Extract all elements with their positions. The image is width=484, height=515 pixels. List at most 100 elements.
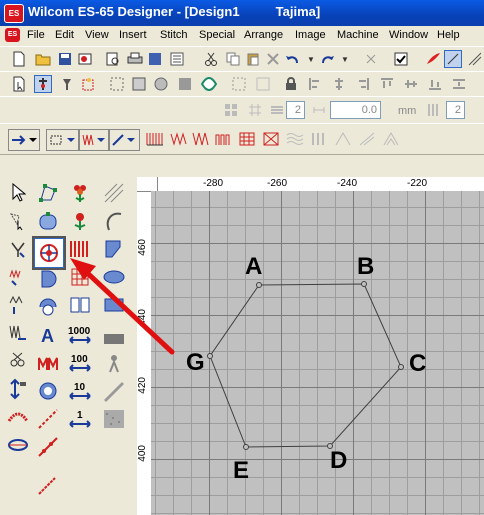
wave-fill-icon[interactable] (286, 130, 304, 148)
menu-file[interactable]: File (27, 29, 45, 41)
ellipse-tool-icon[interactable] (100, 263, 128, 291)
run-stitch-icon[interactable] (4, 291, 32, 319)
fancy-fill-icon[interactable] (310, 130, 328, 148)
twin-frame-icon[interactable] (66, 291, 94, 319)
applique-icon[interactable] (4, 347, 32, 375)
ungroup-icon[interactable] (254, 75, 272, 93)
align-right-icon[interactable] (354, 75, 372, 93)
columns-icon[interactable] (424, 101, 442, 119)
import-icon[interactable] (76, 50, 94, 68)
fill-type-dropdown[interactable] (78, 129, 110, 151)
cut-icon[interactable] (202, 50, 220, 68)
select-object-icon[interactable] (10, 75, 28, 93)
document-menu-icon[interactable]: ES (5, 28, 20, 42)
arc-stitch-icon[interactable] (4, 403, 32, 431)
menu-stitch[interactable]: Stitch (160, 29, 188, 41)
texture-diagonal-icon[interactable] (100, 377, 128, 405)
print-icon[interactable] (126, 50, 144, 68)
new-icon[interactable] (10, 50, 28, 68)
save-icon[interactable] (56, 50, 74, 68)
zigzag-tool-icon[interactable] (4, 319, 32, 347)
spacing-value-icon[interactable] (310, 101, 328, 119)
e-stitch-icon[interactable] (214, 130, 232, 148)
lock-icon[interactable] (282, 75, 300, 93)
stitch-1000-icon[interactable]: 1000 (66, 321, 94, 349)
rows-icon[interactable] (268, 101, 286, 119)
grid-red-icon[interactable] (66, 263, 94, 291)
redo-icon[interactable] (318, 50, 336, 68)
stitch-list-icon[interactable] (168, 50, 186, 68)
trapunto-icon[interactable] (382, 130, 400, 148)
menu-image[interactable]: Image (295, 29, 326, 41)
red-needle-icon[interactable] (424, 50, 442, 68)
align-top-icon[interactable] (378, 75, 396, 93)
flower-small-icon[interactable] (66, 207, 94, 235)
input-method-dropdown[interactable] (8, 129, 40, 151)
blue-s-icon[interactable] (34, 293, 62, 321)
checkbox-icon[interactable] (392, 50, 410, 68)
monogram-icon[interactable] (34, 349, 62, 377)
stitch-edit-icon[interactable] (34, 75, 52, 93)
circle-icon[interactable] (152, 75, 170, 93)
run-type-dropdown[interactable] (108, 129, 140, 151)
satin-icon[interactable] (146, 130, 164, 148)
flower-outline-icon[interactable] (200, 75, 218, 93)
curve-tool-icon[interactable] (100, 207, 128, 235)
distribute-icon[interactable] (450, 75, 468, 93)
disk-icon[interactable] (146, 50, 164, 68)
align-bottom-icon[interactable] (426, 75, 444, 93)
motif-fill-icon[interactable] (334, 130, 352, 148)
align-middle-icon[interactable] (402, 75, 420, 93)
redo-dropdown-icon[interactable]: ▼ (336, 50, 354, 68)
flower-picture-icon[interactable] (66, 179, 94, 207)
open-icon[interactable] (34, 50, 52, 68)
satin-red-icon[interactable] (66, 235, 94, 263)
spacing-field[interactable]: 0.0 (330, 101, 381, 119)
tack-icon[interactable] (58, 75, 76, 93)
needle-points-icon[interactable] (34, 405, 62, 433)
menu-machine[interactable]: Machine (337, 29, 379, 41)
menu-arrange[interactable]: Arrange (244, 29, 283, 41)
texture-dots-icon[interactable] (100, 405, 128, 433)
hoop-blue-icon[interactable] (34, 377, 62, 405)
print-preview-icon[interactable] (104, 50, 122, 68)
red-chain-icon[interactable] (34, 433, 62, 461)
box-select-icon[interactable] (108, 75, 126, 93)
square-icon[interactable] (130, 75, 148, 93)
align-left-icon[interactable] (306, 75, 324, 93)
polygon-select-icon[interactable] (4, 207, 32, 235)
select-arrow-icon[interactable] (4, 179, 32, 207)
columns-field[interactable]: 2 (446, 101, 465, 119)
menu-help[interactable]: Help (437, 29, 460, 41)
blue-d-icon[interactable] (34, 265, 62, 293)
gray-square-icon[interactable] (176, 75, 194, 93)
show-stitches-icon[interactable] (444, 50, 462, 68)
menu-insert[interactable]: Insert (119, 29, 147, 41)
stitch-10-icon[interactable]: 10 (66, 377, 94, 405)
menu-window[interactable]: Window (389, 29, 428, 41)
show-outlines-icon[interactable] (466, 50, 484, 68)
spacing-icon[interactable] (222, 101, 240, 119)
reshape-node-icon[interactable] (34, 179, 62, 207)
cross-fill-icon[interactable] (262, 130, 280, 148)
spacing-grid-icon[interactable] (246, 101, 264, 119)
gray-bars-icon[interactable] (100, 321, 128, 349)
rectangle-tool-icon[interactable] (100, 291, 128, 319)
arrow-up-down-icon[interactable] (4, 375, 32, 403)
outline-type-dropdown[interactable] (46, 129, 80, 151)
reshape-object-tool-icon[interactable] (34, 207, 62, 235)
tatami-icon[interactable] (170, 130, 188, 148)
delete-icon[interactable] (264, 50, 282, 68)
undo-icon[interactable] (284, 50, 302, 68)
figure-icon[interactable] (100, 349, 128, 377)
zigzag-icon[interactable] (192, 130, 210, 148)
stitch-1-icon[interactable]: 1 (66, 405, 94, 433)
zoom-icon[interactable] (362, 50, 380, 68)
sculpture-fill-icon[interactable] (358, 130, 376, 148)
copy-icon[interactable] (224, 50, 242, 68)
shape-corner-icon[interactable] (100, 235, 128, 263)
count-field[interactable]: 2 (286, 101, 305, 119)
stitch-column-icon[interactable] (4, 263, 32, 291)
menu-view[interactable]: View (85, 29, 109, 41)
diagonal-fill-icon[interactable] (100, 179, 128, 207)
